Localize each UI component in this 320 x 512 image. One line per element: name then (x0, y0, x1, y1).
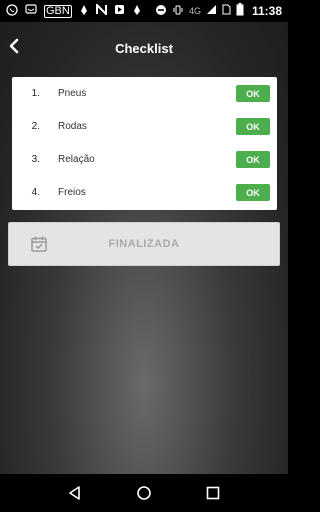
finalize-label: FINALIZADA (108, 238, 180, 250)
n-icon (95, 2, 107, 18)
gbn-icon: GBN (44, 4, 72, 18)
flame-icon (79, 4, 89, 19)
back-triangle-icon[interactable] (67, 485, 83, 501)
item-label: Pneus (42, 77, 236, 110)
back-button[interactable] (0, 22, 28, 70)
ok-button[interactable]: OK (236, 85, 270, 102)
network-type: 4G (188, 6, 201, 16)
app-screen: Checklist 1. Pneus OK 2. Rodas OK 3. Rel… (0, 22, 288, 474)
item-number: 2. (31, 121, 40, 132)
play-store-icon (114, 4, 125, 18)
ok-button[interactable]: OK (236, 118, 270, 135)
item-number: 4. (31, 187, 40, 198)
item-label: Relação (42, 143, 236, 176)
recents-square-icon[interactable] (205, 485, 221, 501)
clock: 11:38 (251, 4, 282, 18)
item-label: Freios (42, 176, 236, 209)
item-number: 3. (31, 154, 40, 165)
calendar-check-icon (9, 235, 69, 253)
dnd-icon (155, 4, 167, 19)
checklist-panel: 1. Pneus OK 2. Rodas OK 3. Relação OK 4.… (12, 77, 277, 210)
sms-icon (25, 4, 37, 18)
checklist-item: 1. Pneus OK (12, 77, 277, 110)
page-title: Checklist (115, 40, 173, 56)
battery-icon (236, 3, 244, 19)
ok-button[interactable]: OK (236, 151, 270, 168)
flame-icon (132, 4, 142, 19)
system-icons: 4G 11:38 (155, 3, 282, 19)
signal-icon (206, 4, 217, 18)
status-bar: GBN 4G 11:38 (0, 0, 288, 22)
whatsapp-icon (6, 3, 18, 19)
item-number: 1. (31, 88, 40, 99)
home-circle-icon[interactable] (136, 485, 152, 501)
checklist-item: 3. Relação OK (12, 143, 277, 176)
android-nav-bar (0, 474, 288, 512)
app-header: Checklist (0, 22, 288, 74)
checklist-item: 4. Freios OK (12, 176, 277, 209)
back-arrow-icon (9, 38, 19, 54)
item-label: Rodas (42, 110, 236, 143)
checklist-item: 2. Rodas OK (12, 110, 277, 143)
no-sim-icon (222, 4, 231, 18)
ok-button[interactable]: OK (236, 184, 270, 201)
notification-icons: GBN (6, 2, 155, 19)
finalize-button[interactable]: FINALIZADA (8, 222, 280, 266)
vibrate-icon (172, 4, 184, 19)
